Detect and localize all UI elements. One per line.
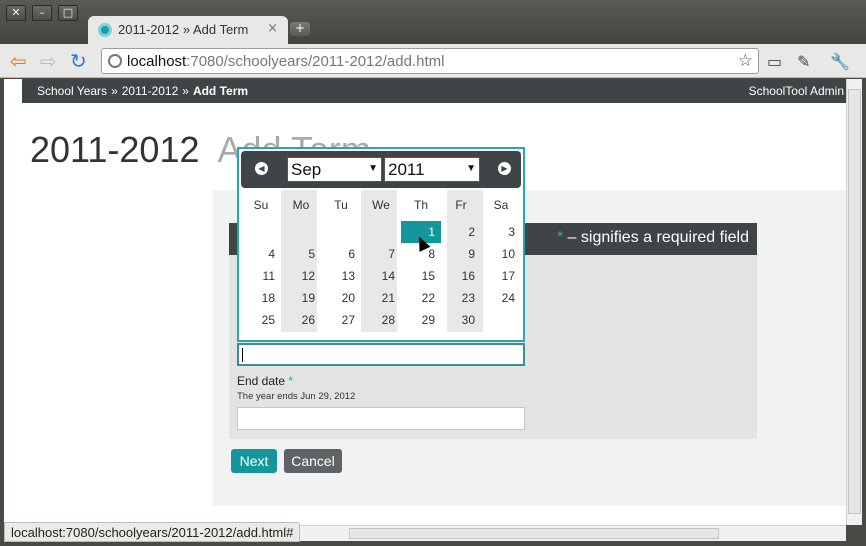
calendar-day[interactable]: 4	[241, 243, 281, 265]
calendar-empty-cell	[481, 309, 521, 331]
calendar-day[interactable]: 3	[481, 221, 521, 243]
day-of-week-label: Tu	[334, 198, 348, 212]
calendar-day[interactable]: 20	[321, 287, 361, 309]
back-icon[interactable]: ⇦	[10, 50, 27, 72]
calendar-day[interactable]: 28	[361, 309, 401, 331]
calendar-day[interactable]: 11	[241, 265, 281, 287]
day-of-week-label: Su	[253, 198, 269, 212]
page-viewport: School Years» 2011-2012» Add Term SchoolTo…	[4, 79, 846, 525]
calendar-empty-cell	[361, 221, 401, 243]
calendar-week-row: 4 5 6 7 8 9 10	[241, 243, 521, 265]
tab-active[interactable]: 2011-2012 » Add Term ×	[88, 16, 288, 44]
browser-toolbar: ⇦ ⇨ ↻ localhost:7080/schoolyears/2011-20…	[0, 44, 866, 78]
calendar-day[interactable]: 23	[441, 287, 481, 309]
calendar-day[interactable]: 14	[361, 265, 401, 287]
calendar-empty-cell	[281, 221, 321, 243]
required-note: * – signifies a required field	[556, 229, 749, 246]
calendar-day[interactable]: 7	[361, 243, 401, 265]
datepicker-popup: ◀ Sep ▼ 2011 ▼ ▶ Su Mo Tu We Th Fr Sa 1 2 3 4 5 6 7 8 9 10…	[237, 147, 525, 342]
tab-close-icon[interactable]: ×	[267, 21, 278, 36]
prev-month-icon[interactable]: ◀	[255, 162, 268, 175]
maximize-window-button[interactable]: □	[58, 5, 78, 21]
calendar-day[interactable]: 6	[321, 243, 361, 265]
end-date-hint: The year ends Jun 29, 2012	[237, 391, 356, 402]
new-tab-button[interactable]: +	[290, 22, 310, 36]
calendar-empty-cell	[241, 221, 281, 243]
calendar-empty-cell	[321, 221, 361, 243]
datepicker-header: ◀ Sep ▼ 2011 ▼ ▶	[241, 151, 521, 188]
day-of-week-label: Th	[413, 198, 428, 212]
start-date-input[interactable]	[237, 343, 525, 366]
brand-link[interactable]: SchoolTool Admin	[749, 84, 844, 98]
browser-window: ✕ – □ 2011-2012 » Add Term × + ⇦ ⇨ ↻ loc…	[0, 0, 866, 546]
month-select[interactable]: Sep ▼	[287, 157, 382, 182]
calendar-day[interactable]: 24	[481, 287, 521, 309]
calendar-week-row: 25 26 27 28 29 30	[241, 309, 521, 331]
calendar-day[interactable]: 22	[401, 287, 441, 309]
vertical-scrollbar-thumb[interactable]	[848, 89, 861, 514]
vertical-scrollbar[interactable]	[846, 79, 862, 525]
dropdown-arrow-icon: ▼	[466, 163, 476, 174]
calendar-day[interactable]: 9	[441, 243, 481, 265]
calendar-day[interactable]: 25	[241, 309, 281, 331]
calendar-day[interactable]: 19	[281, 287, 321, 309]
calendar-day[interactable]: 17	[481, 265, 521, 287]
cancel-button[interactable]: Cancel	[284, 449, 342, 473]
forward-icon[interactable]: ⇨	[40, 50, 57, 72]
calendar-day[interactable]: 18	[241, 287, 281, 309]
calendar-week-row: 11 12 13 14 15 16 17	[241, 265, 521, 287]
title-bar: ✕ – □ 2011-2012 » Add Term × +	[0, 0, 866, 44]
breadcrumb-separator: »	[182, 84, 189, 98]
day-of-week-label: Sa	[493, 198, 509, 212]
reload-icon[interactable]: ↻	[70, 50, 87, 72]
fullscreen-icon[interactable]: ▭	[767, 52, 782, 71]
breadcrumb: School Years» 2011-2012» Add Term SchoolTo…	[22, 79, 846, 103]
address-url: localhost:7080/schoolyears/2011-2012/add…	[127, 53, 445, 70]
calendar-day[interactable]: 27	[321, 309, 361, 331]
day-of-week-label: Fr	[455, 198, 467, 212]
wrench-icon[interactable]: 🔧	[830, 52, 850, 71]
next-month-icon[interactable]: ▶	[498, 162, 511, 175]
text-caret	[242, 348, 243, 362]
bookmark-star-icon[interactable]: ☆	[738, 51, 753, 71]
pin-icon[interactable]: ✎	[797, 52, 810, 71]
calendar-day[interactable]: 12	[281, 265, 321, 287]
breadcrumb-school-years[interactable]: School Years	[37, 84, 107, 98]
calendar-day[interactable]: 16	[441, 265, 481, 287]
minimize-window-button[interactable]: –	[32, 5, 52, 21]
breadcrumb-add-term: Add Term	[192, 84, 249, 98]
calendar-day[interactable]: 5	[281, 243, 321, 265]
day-of-week-label: Mo	[292, 198, 310, 212]
calendar-day[interactable]: 2	[441, 221, 481, 243]
calendar-day[interactable]: 13	[321, 265, 361, 287]
calendar-week-row: 123	[241, 221, 521, 243]
day-of-week-label: We	[372, 198, 390, 212]
calendar-day[interactable]: 10	[481, 243, 521, 265]
tab-title: 2011-2012 » Add Term	[118, 22, 249, 37]
breadcrumb-2011-2012[interactable]: 2011-2012	[122, 84, 179, 98]
end-date-input[interactable]	[237, 407, 525, 430]
calendar-day[interactable]: 30	[441, 309, 481, 331]
calendar-day[interactable]: 21	[361, 287, 401, 309]
end-date-label: End date *	[237, 374, 294, 388]
calendar-day[interactable]: 26	[281, 309, 321, 331]
days-of-week-row: Su Mo Tu We Th Fr Sa	[241, 190, 521, 212]
next-button[interactable]: Next	[231, 449, 277, 473]
globe-icon	[108, 54, 122, 68]
calendar-week-row: 18 19 20 21 22 23 24	[241, 287, 521, 309]
status-bar: localhost:7080/schoolyears/2011-2012/add…	[4, 522, 301, 542]
breadcrumb-separator: »	[111, 84, 118, 98]
horizontal-scrollbar-thumb[interactable]	[349, 528, 719, 539]
address-bar[interactable]: localhost:7080/schoolyears/2011-2012/add…	[101, 48, 759, 74]
year-select[interactable]: 2011 ▼	[384, 157, 480, 182]
close-window-button[interactable]: ✕	[6, 5, 26, 21]
schooltool-favicon-icon	[98, 23, 112, 37]
calendar-day[interactable]: 29	[401, 309, 441, 331]
calendar-day[interactable]: 15	[401, 265, 441, 287]
dropdown-arrow-icon: ▼	[368, 163, 378, 174]
